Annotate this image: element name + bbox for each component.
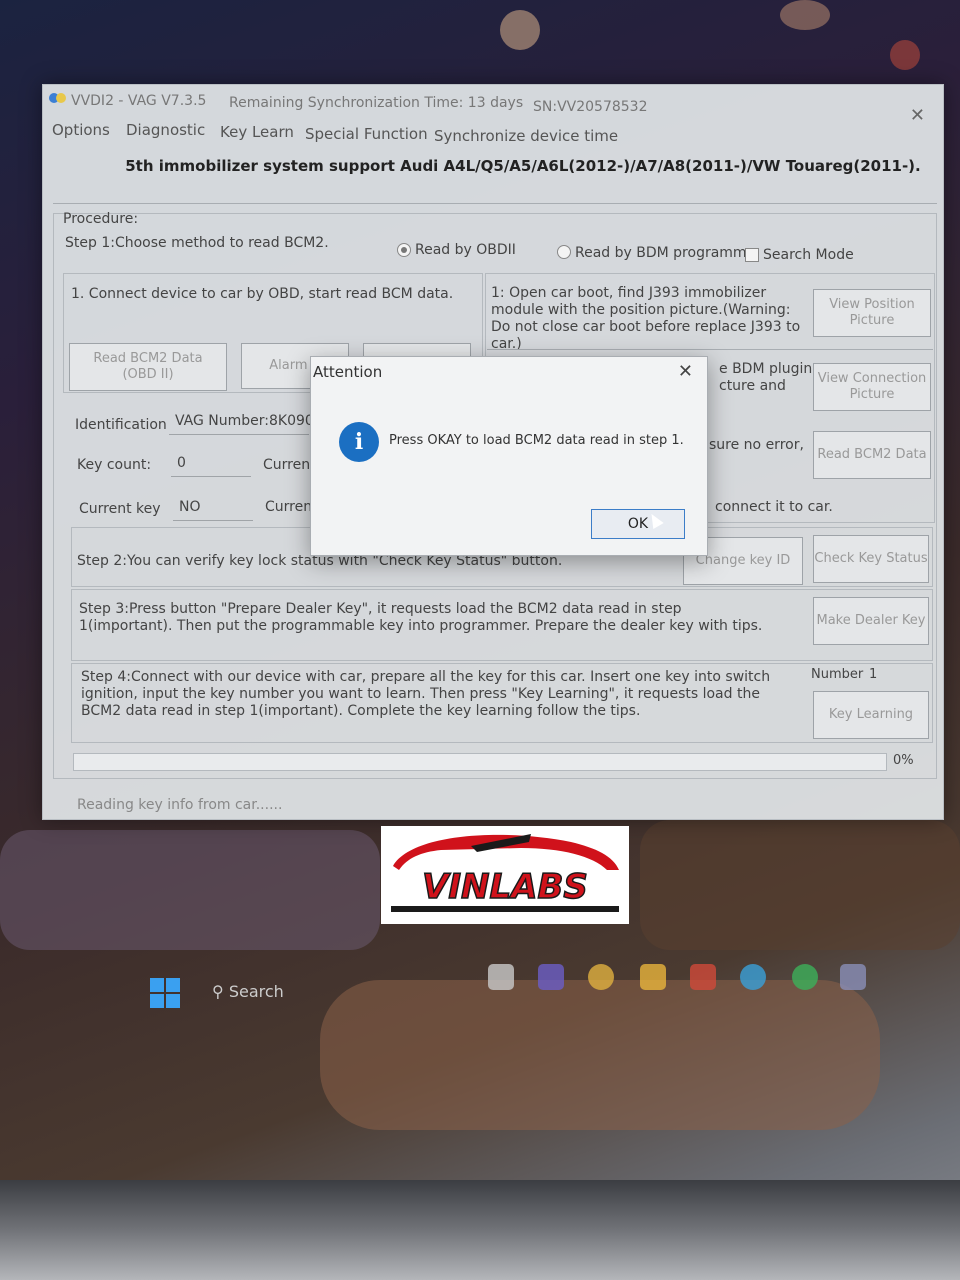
key-learning-button[interactable]: Key Learning [813, 691, 929, 739]
step1-label: Step 1:Choose method to read BCM2. [65, 235, 329, 251]
bdm-note-2: e BDM plugin cture and [719, 361, 813, 394]
radio-read-obd-label: Read by OBDII [415, 242, 516, 258]
taskbar: ⚲ Search [0, 950, 960, 1040]
progress-bar [73, 753, 887, 771]
make-dealer-key-button[interactable]: Make Dealer Key [813, 597, 929, 645]
page-title: 5th immobilizer system support Audi A4L/… [125, 157, 921, 175]
view-position-picture-button[interactable]: View Position Picture [813, 289, 931, 337]
info-icon: i [339, 422, 379, 462]
radio-read-bdm-label: Read by BDM programm [575, 245, 747, 261]
step3-text: Step 3:Press button "Prepare Dealer Key"… [79, 601, 763, 634]
procedure-label: Procedure: [63, 211, 139, 227]
divider [487, 349, 933, 350]
sync-time: Remaining Synchronization Time: 13 days [229, 95, 524, 111]
menu-special-function[interactable]: Special Function [305, 125, 428, 143]
view-connection-picture-button[interactable]: View Connection Picture [813, 363, 931, 411]
key-count-field[interactable]: 0 [171, 451, 251, 477]
taskbar-search[interactable]: ⚲ Search [212, 982, 284, 1001]
dialog-title: Attention [313, 363, 383, 381]
taskbar-app-icon[interactable] [488, 964, 514, 990]
vinlabs-watermark: VINLABS [381, 826, 629, 924]
bdm-note-4: connect it to car. [715, 499, 833, 515]
title-bar: VVDI2 - VAG V7.3.5 Remaining Synchroniza… [43, 85, 943, 126]
folder-icon[interactable] [640, 964, 666, 990]
vinlabs-logo-icon: VINLABS [381, 826, 629, 924]
bdm-note-1: 1: Open car boot, find J393 immobilizer … [491, 285, 801, 352]
laptop-bezel [0, 1180, 960, 1280]
menu-diagnostic[interactable]: Diagnostic [126, 121, 205, 139]
current-key-label: Current key [79, 501, 161, 517]
app-title: VVDI2 - VAG V7.3.5 [71, 93, 207, 109]
taskbar-app-icon[interactable] [840, 964, 866, 990]
dialog-close-icon[interactable]: ✕ [678, 361, 693, 382]
check-key-status-button[interactable]: Check Key Status [813, 535, 929, 583]
search-mode-label: Search Mode [763, 247, 854, 263]
background-reflection [640, 820, 960, 950]
taskbar-search-label: Search [228, 982, 284, 1001]
dialog-message: Press OKAY to load BCM2 data read in ste… [389, 433, 684, 448]
chrome-icon[interactable] [588, 964, 614, 990]
menu-synchronize-time[interactable]: Synchronize device time [434, 127, 618, 145]
number-field[interactable]: 1 [869, 667, 877, 682]
background-reflection [890, 40, 920, 70]
background-reflection [780, 0, 830, 30]
taskbar-app-icon[interactable] [538, 964, 564, 990]
progress-percent: 0% [893, 753, 914, 768]
radio-read-bdm[interactable] [557, 245, 571, 259]
key-count-label: Key count: [77, 457, 152, 473]
read-bcm2-obd-button[interactable]: Read BCM2 Data (OBD II) [69, 343, 227, 391]
whatsapp-icon[interactable] [792, 964, 818, 990]
read-bcm2-data-button[interactable]: Read BCM2 Data [813, 431, 931, 479]
step4-text: Step 4:Connect with our device with car,… [81, 669, 771, 719]
current-key-field[interactable]: NO [173, 495, 253, 521]
background-reflection [500, 10, 540, 50]
bdm-note-3: sure no error, [709, 437, 804, 453]
watermark-text: VINLABS [422, 867, 588, 907]
serial-number: SN:VV20578532 [533, 99, 648, 115]
number-label: Number [811, 667, 864, 682]
obd-instruction: 1. Connect device to car by OBD, start r… [71, 286, 454, 302]
menu-options[interactable]: Options [52, 121, 110, 139]
store-icon[interactable] [690, 964, 716, 990]
menu-key-learn[interactable]: Key Learn [220, 123, 294, 141]
background-reflection [0, 830, 380, 950]
radio-read-obd[interactable] [397, 243, 411, 257]
edge-icon[interactable] [740, 964, 766, 990]
divider [53, 203, 937, 204]
identification-field[interactable]: VAG Number:8K090 [169, 409, 314, 435]
current-label-1: Current [263, 457, 316, 473]
ok-button[interactable]: OK [591, 509, 685, 539]
identification-label: Identification [75, 417, 167, 433]
windows-start-icon[interactable] [150, 978, 180, 1008]
status-text: Reading key info from car...... [77, 797, 283, 813]
attention-dialog: Attention ✕ i Press OKAY to load BCM2 da… [310, 356, 708, 556]
menu-bar: Options Diagnostic Key Learn Special Fun… [43, 119, 943, 145]
app-logo-icon [49, 93, 67, 105]
search-mode-checkbox[interactable] [745, 248, 759, 262]
